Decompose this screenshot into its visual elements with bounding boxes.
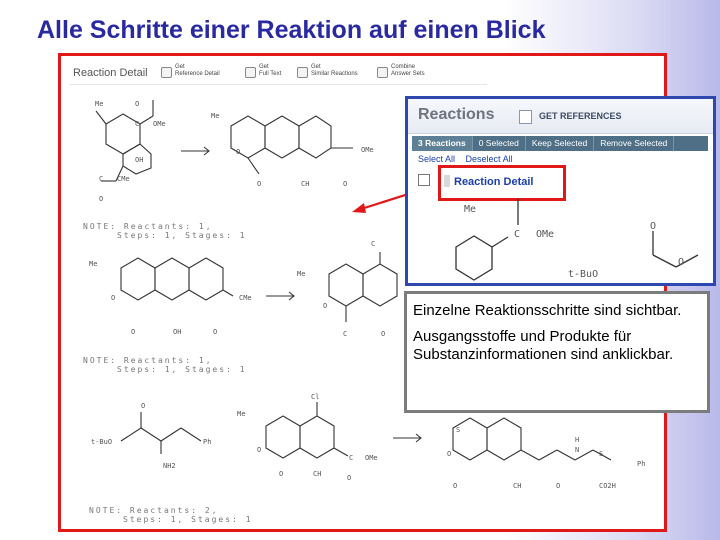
svg-text:Me: Me (464, 204, 476, 215)
svg-text:C: C (514, 229, 520, 240)
svg-text:O: O (678, 257, 684, 268)
svg-text:O: O (650, 221, 656, 232)
info-callout: Einzelne Reaktionsschritte sind sichtbar… (404, 291, 710, 413)
svg-text:OMe: OMe (536, 229, 554, 240)
callout-text-substances: Ausgangsstoffe und Produkte für Substanz… (413, 328, 674, 363)
callout-text-steps: Einzelne Reaktionsschritte sind sichtbar… (413, 302, 682, 319)
svg-text:t-BuO: t-BuO (568, 269, 598, 280)
inset-structure-drawing[interactable]: Me C OMe O O t-BuO (408, 99, 713, 283)
reactions-list-inset: Reactions GET REFERENCES 3 Reactions 0 S… (405, 96, 716, 286)
